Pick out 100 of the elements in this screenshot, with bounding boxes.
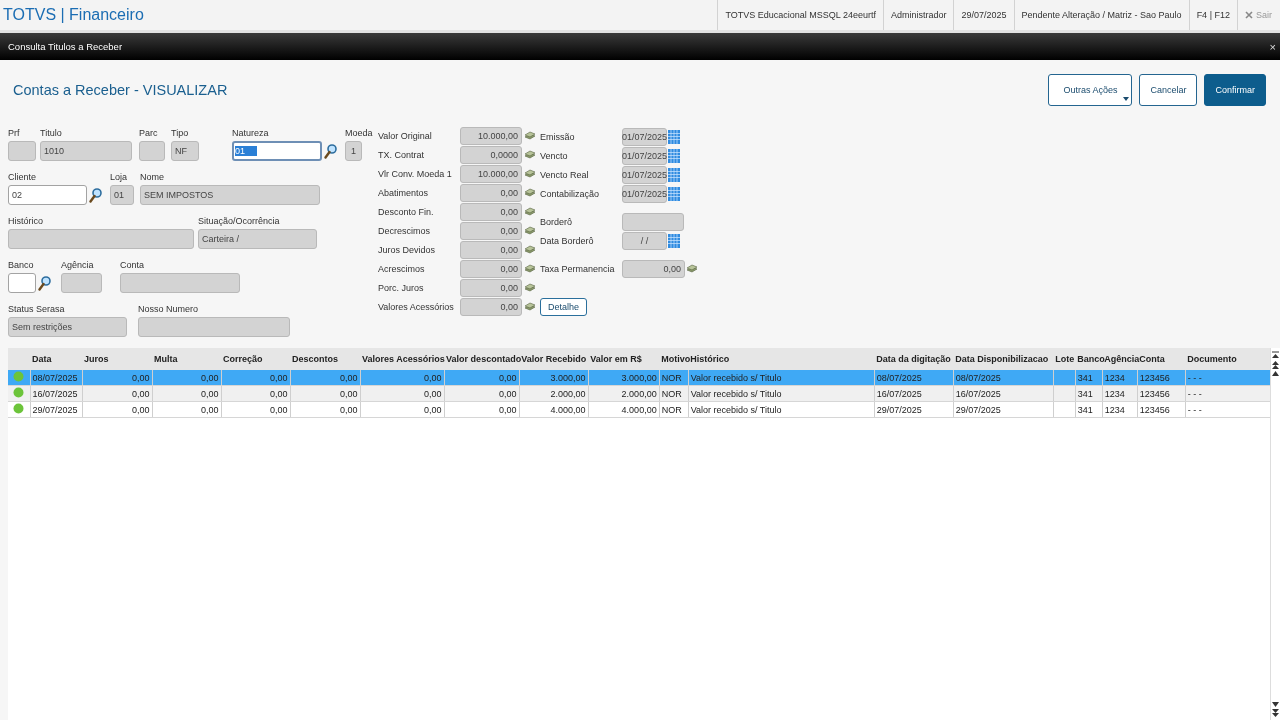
field-label: Situação/Ocorrência bbox=[198, 215, 281, 227]
column-header[interactable]: Descontos bbox=[290, 348, 361, 370]
input-field[interactable] bbox=[61, 273, 102, 293]
search-icon[interactable] bbox=[89, 187, 102, 203]
page-down-icon[interactable] bbox=[1272, 709, 1279, 717]
input-field[interactable] bbox=[622, 213, 684, 231]
status-item[interactable]: F4 | F12 bbox=[1188, 0, 1237, 30]
search-icon[interactable] bbox=[324, 143, 337, 159]
field-label: Emissão bbox=[540, 132, 576, 142]
column-header[interactable]: Valor descontado bbox=[444, 348, 520, 370]
date-field[interactable]: 01/07/2025 bbox=[622, 185, 667, 203]
column-header[interactable]: Lote bbox=[1053, 348, 1076, 370]
column-header[interactable]: Valor Recebido bbox=[519, 348, 589, 370]
table-cell: 08/07/2025 bbox=[953, 370, 1054, 386]
input-field[interactable]: 01 bbox=[110, 185, 134, 205]
column-header[interactable]: Banco bbox=[1075, 348, 1103, 370]
column-header[interactable]: Valor em R$ bbox=[588, 348, 660, 370]
input-field[interactable]: Carteira / bbox=[198, 229, 317, 249]
close-button[interactable]: × bbox=[1269, 40, 1276, 53]
column-header[interactable]: Valores Acessórios bbox=[360, 348, 445, 370]
table-cell: 0,00 bbox=[290, 401, 361, 418]
amount-field[interactable]: 0,00 bbox=[460, 222, 522, 240]
input-field[interactable] bbox=[8, 273, 36, 293]
menu-button[interactable]: Outras Ações bbox=[1048, 74, 1133, 106]
field-label: Histórico bbox=[8, 215, 44, 227]
status-item[interactable]: TOTVS Educacional MSSQL 24eeurtf bbox=[717, 0, 883, 30]
amount-field[interactable]: 0,00 bbox=[460, 203, 522, 221]
column-header[interactable]: Motivo bbox=[659, 348, 689, 370]
date-field[interactable]: 01/07/2025 bbox=[622, 166, 667, 184]
amount-field[interactable]: 0,00 bbox=[460, 298, 522, 316]
table-cell: 0,00 bbox=[444, 370, 520, 386]
status-item[interactable]: 29/07/2025 bbox=[953, 0, 1014, 30]
column-header[interactable]: Multa bbox=[152, 348, 222, 370]
money-icon[interactable] bbox=[524, 169, 536, 179]
search-icon[interactable] bbox=[38, 275, 51, 291]
money-icon[interactable] bbox=[524, 188, 536, 198]
date-field[interactable]: 01/07/2025 bbox=[622, 128, 667, 146]
column-header[interactable]: Juros bbox=[82, 348, 153, 370]
calendar-icon[interactable] bbox=[668, 187, 680, 201]
column-header[interactable]: Documento bbox=[1185, 348, 1270, 370]
scroll-top-icon[interactable] bbox=[1272, 351, 1279, 359]
money-icon[interactable] bbox=[524, 245, 536, 255]
column-header[interactable]: Data bbox=[30, 348, 82, 370]
amount-field[interactable]: 0,00 bbox=[460, 184, 522, 202]
input-field[interactable]: NF bbox=[171, 141, 199, 161]
status-item[interactable]: Administrador bbox=[882, 0, 954, 30]
calendar-icon[interactable] bbox=[668, 234, 680, 248]
input-field[interactable]: SEM IMPOSTOS bbox=[140, 185, 320, 205]
field-label: Natureza bbox=[232, 127, 270, 139]
date-field[interactable]: / / bbox=[622, 232, 667, 250]
scroll-down-icon[interactable] bbox=[1272, 702, 1279, 707]
input-field[interactable] bbox=[139, 141, 165, 161]
money-icon[interactable] bbox=[524, 283, 536, 293]
amount-field[interactable]: 0,00 bbox=[460, 241, 522, 259]
input-field[interactable]: Sem restrições bbox=[8, 317, 127, 337]
action-button[interactable]: Cancelar bbox=[1139, 74, 1198, 106]
field-label: Contabilização bbox=[540, 189, 601, 199]
money-icon[interactable] bbox=[524, 264, 536, 274]
column-header[interactable]: Histórico bbox=[688, 348, 875, 370]
amount-field[interactable]: 0,00 bbox=[460, 260, 522, 278]
column-header[interactable]: Data da digitação bbox=[874, 348, 954, 370]
amount-field[interactable]: 0,0000 bbox=[460, 146, 522, 164]
field-label: Banco bbox=[8, 259, 35, 271]
field-label: Vencto bbox=[540, 151, 569, 161]
input-field[interactable]: 1 bbox=[345, 141, 362, 161]
money-icon[interactable] bbox=[524, 207, 536, 217]
field-label: Abatimentos bbox=[378, 188, 430, 198]
detail-button[interactable]: Detalhe bbox=[540, 298, 588, 316]
input-field[interactable]: 02 bbox=[8, 185, 87, 205]
input-field[interactable] bbox=[120, 273, 240, 293]
column-header[interactable]: Correção bbox=[221, 348, 291, 370]
input-field[interactable]: 01 bbox=[232, 141, 322, 161]
money-icon[interactable] bbox=[524, 226, 536, 236]
money-icon[interactable] bbox=[524, 131, 536, 141]
calendar-icon[interactable] bbox=[668, 130, 680, 144]
table-cell: 123456 bbox=[1137, 370, 1186, 386]
field-label: Cliente bbox=[8, 171, 37, 183]
amount-field[interactable]: 0,00 bbox=[460, 279, 522, 297]
action-button[interactable]: Confirmar bbox=[1204, 74, 1266, 106]
scroll-up-icon[interactable] bbox=[1272, 371, 1279, 376]
status-item[interactable]: Pendente Alteração / Matriz - Sao Paulo bbox=[1013, 0, 1189, 30]
amount-field[interactable]: 10.000,00 bbox=[460, 165, 522, 183]
page-up-icon[interactable] bbox=[1272, 361, 1279, 369]
close-icon[interactable] bbox=[1245, 11, 1253, 19]
input-field[interactable] bbox=[8, 229, 194, 249]
calendar-icon[interactable] bbox=[668, 149, 680, 163]
date-field[interactable]: 01/07/2025 bbox=[622, 147, 667, 165]
column-header[interactable]: Data Disponibilizacao bbox=[953, 348, 1054, 370]
input-field[interactable] bbox=[8, 141, 36, 161]
input-field[interactable] bbox=[138, 317, 290, 337]
money-icon[interactable] bbox=[686, 264, 698, 274]
input-field[interactable]: 1010 bbox=[40, 141, 132, 161]
money-icon[interactable] bbox=[524, 150, 536, 160]
amount-field[interactable]: 0,00 bbox=[622, 260, 685, 278]
table-cell: Valor recebido s/ Titulo bbox=[688, 370, 875, 386]
field-label: Parc bbox=[139, 127, 159, 139]
field-label: Tipo bbox=[171, 127, 190, 139]
calendar-icon[interactable] bbox=[668, 168, 680, 182]
money-icon[interactable] bbox=[524, 302, 536, 312]
amount-field[interactable]: 10.000,00 bbox=[460, 127, 522, 145]
